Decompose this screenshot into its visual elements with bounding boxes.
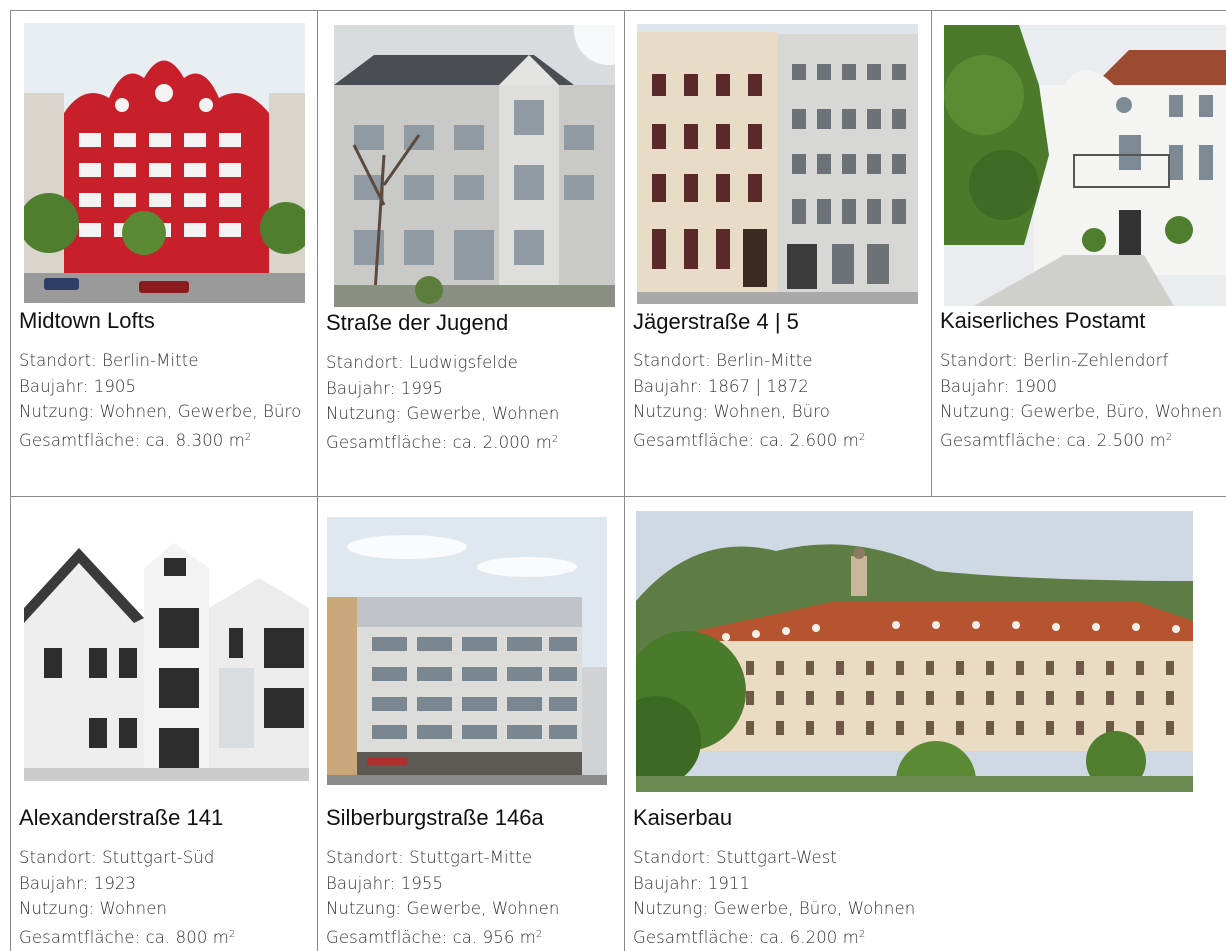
facade-building-photo xyxy=(637,24,918,304)
flaeche-line: Gesamtfläche: ca. 2.600 m2 xyxy=(633,430,866,450)
property-details: Standort: Berlin-Mitte Baujahr: 1905 Nut… xyxy=(19,348,301,453)
property-details: Standort: Stuttgart-Süd Baujahr: 1923 Nu… xyxy=(19,845,235,950)
baujahr-line: Baujahr: 1923 xyxy=(19,873,137,893)
baujahr-line: Baujahr: 1995 xyxy=(326,378,444,398)
office-building-photo xyxy=(327,517,607,785)
standort-line: Standort: Stuttgart-Süd xyxy=(19,848,215,867)
property-title: Kaiserbau xyxy=(633,805,733,830)
red-building-photo xyxy=(24,23,305,303)
property-title: Silberburgstraße 146a xyxy=(326,805,544,830)
property-card-kaiserbau[interactable]: Kaiserbau Standort: Stuttgart-West Bauja… xyxy=(625,497,1226,951)
standort-line: Standort: Berlin-Zehlendorf xyxy=(940,351,1169,370)
baujahr-line: Baujahr: 1900 xyxy=(940,376,1058,396)
flaeche-line: Gesamtfläche: ca. 6.200 m2 xyxy=(633,927,866,947)
baujahr-line: Baujahr: 1955 xyxy=(326,873,444,893)
property-title: Midtown Lofts xyxy=(19,308,155,333)
nutzung-line: Nutzung: Gewerbe, Wohnen xyxy=(326,404,560,423)
property-title: Kaiserliches Postamt xyxy=(940,308,1146,333)
white-apartment-photo xyxy=(24,528,309,781)
property-card-strasse-der-jugend[interactable]: Straße der Jugend Standort: Ludwigsfelde… xyxy=(318,11,624,496)
standort-line: Standort: Stuttgart-West xyxy=(633,848,837,867)
large-historic-building-photo xyxy=(636,511,1193,792)
property-details: Standort: Ludwigsfelde Baujahr: 1995 Nut… xyxy=(326,350,559,455)
property-details: Standort: Stuttgart-West Baujahr: 1911 N… xyxy=(633,845,915,950)
property-title: Alexanderstraße 141 xyxy=(19,805,224,830)
nutzung-line: Nutzung: Gewerbe, Büro, Wohnen xyxy=(633,899,916,918)
nutzung-line: Nutzung: Wohnen xyxy=(19,899,168,918)
property-card-silberburgstrasse[interactable]: Silberburgstraße 146a Standort: Stuttgar… xyxy=(318,497,624,951)
standort-line: Standort: Stuttgart-Mitte xyxy=(326,848,533,867)
flaeche-line: Gesamtfläche: ca. 2.500 m2 xyxy=(940,430,1173,450)
baujahr-line: Baujahr: 1867 | 1872 xyxy=(633,376,809,396)
property-card-midtown-lofts[interactable]: Midtown Lofts Standort: Berlin-Mitte Bau… xyxy=(11,11,317,496)
baujahr-line: Baujahr: 1911 xyxy=(633,873,751,893)
property-details: Standort: Berlin-Mitte Baujahr: 1867 | 1… xyxy=(633,348,865,453)
standort-line: Standort: Berlin-Mitte xyxy=(19,351,199,370)
property-card-jaegerstrasse[interactable]: Jägerstraße 4 | 5 Standort: Berlin-Mitte… xyxy=(625,11,931,496)
nutzung-line: Nutzung: Wohnen, Gewerbe, Büro xyxy=(19,402,302,421)
property-card-alexanderstrasse[interactable]: Alexanderstraße 141 Standort: Stuttgart-… xyxy=(11,497,317,951)
nutzung-line: Nutzung: Gewerbe, Wohnen xyxy=(326,899,560,918)
property-details: Standort: Berlin-Zehlendorf Baujahr: 190… xyxy=(940,348,1222,453)
property-title: Straße der Jugend xyxy=(326,310,509,335)
flaeche-line: Gesamtfläche: ca. 800 m2 xyxy=(19,927,236,947)
property-details: Standort: Stuttgart-Mitte Baujahr: 1955 … xyxy=(326,845,559,950)
nutzung-line: Nutzung: Wohnen, Büro xyxy=(633,402,830,421)
nutzung-line: Nutzung: Gewerbe, Büro, Wohnen xyxy=(940,402,1223,421)
grey-building-photo xyxy=(334,25,615,307)
property-card-kaiserliches-postamt[interactable]: Kaiserliches Postamt Standort: Berlin-Ze… xyxy=(932,11,1226,496)
standort-line: Standort: Ludwigsfelde xyxy=(326,353,518,372)
baujahr-line: Baujahr: 1905 xyxy=(19,376,137,396)
flaeche-line: Gesamtfläche: ca. 2.000 m2 xyxy=(326,432,559,452)
property-title: Jägerstraße 4 | 5 xyxy=(633,309,799,334)
white-villa-photo xyxy=(944,25,1226,306)
standort-line: Standort: Berlin-Mitte xyxy=(633,351,813,370)
flaeche-line: Gesamtfläche: ca. 956 m2 xyxy=(326,927,543,947)
flaeche-line: Gesamtfläche: ca. 8.300 m2 xyxy=(19,430,252,450)
